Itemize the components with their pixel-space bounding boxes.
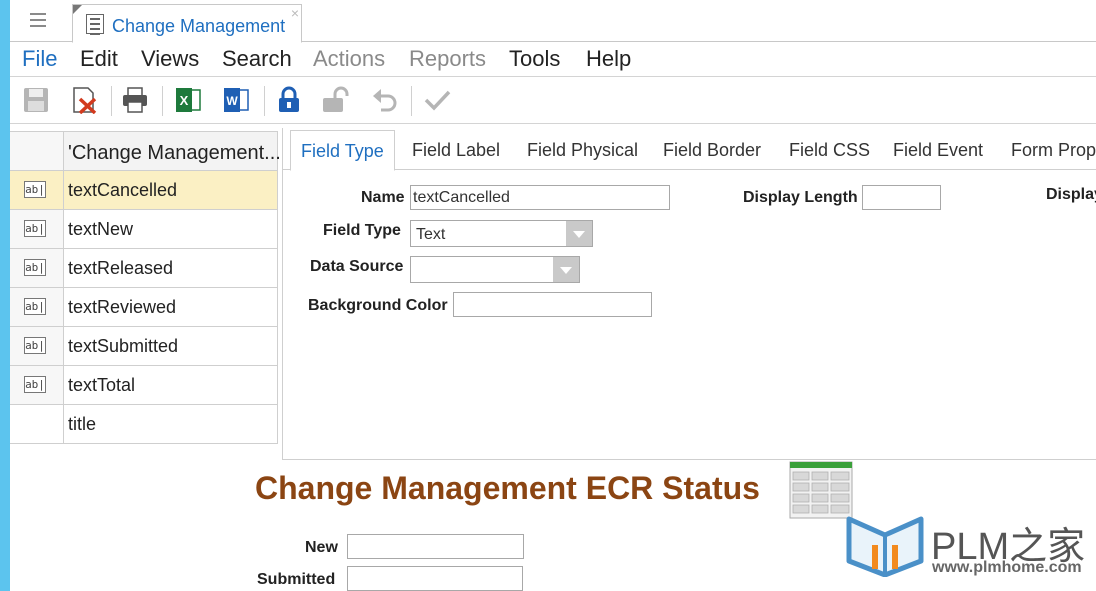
- field-row-name: textTotal: [68, 375, 136, 395]
- field-row-name: textReleased: [68, 258, 174, 278]
- hamburger-menu-icon[interactable]: [30, 13, 46, 27]
- field-row-textcancelled[interactable]: ab| textCancelled: [10, 171, 278, 210]
- word-icon[interactable]: W: [222, 86, 250, 114]
- tab-field-event[interactable]: Field Event: [893, 140, 983, 161]
- field-properties-panel: Field Type Field Label Field Physical Fi…: [282, 128, 1096, 460]
- field-row-textnew[interactable]: ab| textNew: [10, 210, 278, 249]
- tab-field-border[interactable]: Field Border: [663, 140, 761, 161]
- plmhome-logo-icon: [846, 516, 924, 577]
- name-label: Name: [361, 189, 405, 206]
- unlock-icon[interactable]: [321, 86, 349, 114]
- textbox-icon: ab|: [24, 376, 46, 393]
- menu-file[interactable]: File: [22, 46, 57, 72]
- field-row-name: textNew: [68, 219, 134, 239]
- form-field-label-new: New: [305, 539, 338, 556]
- toolbar-separator: [411, 86, 412, 116]
- tab-form-properties[interactable]: Form Prope: [1011, 140, 1096, 161]
- menu-tools[interactable]: Tools: [509, 46, 560, 72]
- save-icon[interactable]: [22, 86, 50, 114]
- data-source-select[interactable]: [410, 256, 580, 283]
- close-tab-icon[interactable]: ×: [291, 5, 299, 21]
- form-field-label-submitted: Submitted: [257, 571, 336, 588]
- tab-strip: Change Management ×: [10, 0, 1096, 43]
- form-title: Change Management ECR Status: [255, 470, 760, 506]
- row-icon-cell: [10, 405, 64, 443]
- print-icon[interactable]: [121, 86, 149, 114]
- watermark-url: www.plmhome.com: [932, 559, 1082, 576]
- form-field-input-new[interactable]: [347, 534, 524, 559]
- document-tab[interactable]: Change Management ×: [72, 4, 302, 43]
- plmhome-watermark: PLM之家 www.plmhome.com: [845, 505, 1096, 591]
- left-accent-bar: [0, 0, 10, 591]
- display-length-label: Display Length: [743, 189, 858, 206]
- toolbar-separator: [111, 86, 112, 116]
- header-icon-cell: [10, 132, 64, 170]
- field-type-select[interactable]: Text: [410, 220, 593, 247]
- toolbar-separator: [162, 86, 163, 116]
- undo-icon[interactable]: [371, 86, 399, 114]
- menu-actions[interactable]: Actions: [313, 46, 385, 72]
- tab-field-css[interactable]: Field CSS: [789, 140, 870, 161]
- data-source-label: Data Source: [310, 258, 404, 275]
- form-field-input-submitted[interactable]: [347, 566, 523, 591]
- document-tab-title: Change Management: [112, 16, 286, 36]
- menu-reports[interactable]: Reports: [409, 46, 486, 72]
- table-grid-icon[interactable]: [789, 461, 853, 519]
- textbox-icon: ab|: [24, 337, 46, 354]
- delete-icon[interactable]: [70, 86, 98, 114]
- chevron-down-icon: [553, 257, 579, 282]
- field-row-name: textSubmitted: [68, 336, 179, 356]
- menu-bar: File Edit Views Search Actions Reports T…: [10, 43, 1096, 77]
- background-color-label: Background Color: [308, 297, 448, 314]
- display-length-input[interactable]: [862, 185, 941, 210]
- lock-icon[interactable]: [275, 86, 303, 114]
- menu-help[interactable]: Help: [586, 46, 631, 72]
- row-icon-cell: ab|: [10, 171, 64, 209]
- tab-field-label[interactable]: Field Label: [412, 140, 500, 161]
- tab-field-physical[interactable]: Field Physical: [527, 140, 638, 161]
- tab-field-type[interactable]: Field Type: [290, 130, 395, 171]
- textbox-icon: ab|: [24, 298, 46, 315]
- field-row-title[interactable]: title: [10, 405, 278, 444]
- property-tab-bar: Field Type Field Label Field Physical Fi…: [283, 128, 1096, 171]
- excel-icon[interactable]: X: [174, 86, 202, 114]
- menu-views[interactable]: Views: [141, 46, 199, 72]
- word-icon-letter: W: [226, 94, 238, 108]
- display-label: Display: [1046, 186, 1096, 203]
- app-window: Change Management × File Edit Views Sear…: [0, 0, 1096, 591]
- menu-edit[interactable]: Edit: [80, 46, 118, 72]
- field-row-texttotal[interactable]: ab| textTotal: [10, 366, 278, 405]
- row-icon-cell: ab|: [10, 249, 64, 287]
- row-icon-cell: ab|: [10, 288, 64, 326]
- field-row-textsubmitted[interactable]: ab| textSubmitted: [10, 327, 278, 366]
- textbox-icon: ab|: [24, 181, 46, 198]
- textbox-icon: ab|: [24, 220, 46, 237]
- chevron-down-icon: [566, 221, 592, 246]
- field-type-label: Field Type: [323, 222, 401, 239]
- field-row-textreviewed[interactable]: ab| textReviewed: [10, 288, 278, 327]
- field-row-name: textCancelled: [68, 180, 178, 200]
- row-icon-cell: ab|: [10, 327, 64, 365]
- toolbar-separator: [264, 86, 265, 116]
- tab-corner-marker: [73, 5, 82, 14]
- field-type-value: Text: [416, 226, 446, 243]
- row-icon-cell: ab|: [10, 366, 64, 404]
- toolbar: X W: [10, 78, 1096, 124]
- menu-search[interactable]: Search: [222, 46, 292, 72]
- done-icon[interactable]: [423, 86, 451, 114]
- field-list-table: 'Change Management... ab| textCancelled …: [10, 131, 281, 444]
- field-row-textreleased[interactable]: ab| textReleased: [10, 249, 278, 288]
- document-icon: [86, 14, 104, 35]
- field-row-name: title: [68, 414, 97, 434]
- row-icon-cell: ab|: [10, 210, 64, 248]
- field-row-name: textReviewed: [68, 297, 177, 317]
- field-list-header: 'Change Management...: [10, 131, 281, 171]
- textbox-icon: ab|: [24, 259, 46, 276]
- background-color-input[interactable]: [453, 292, 652, 317]
- name-input[interactable]: [410, 185, 670, 210]
- field-list-header-title: 'Change Management...: [68, 142, 281, 164]
- excel-icon-letter: X: [180, 93, 189, 108]
